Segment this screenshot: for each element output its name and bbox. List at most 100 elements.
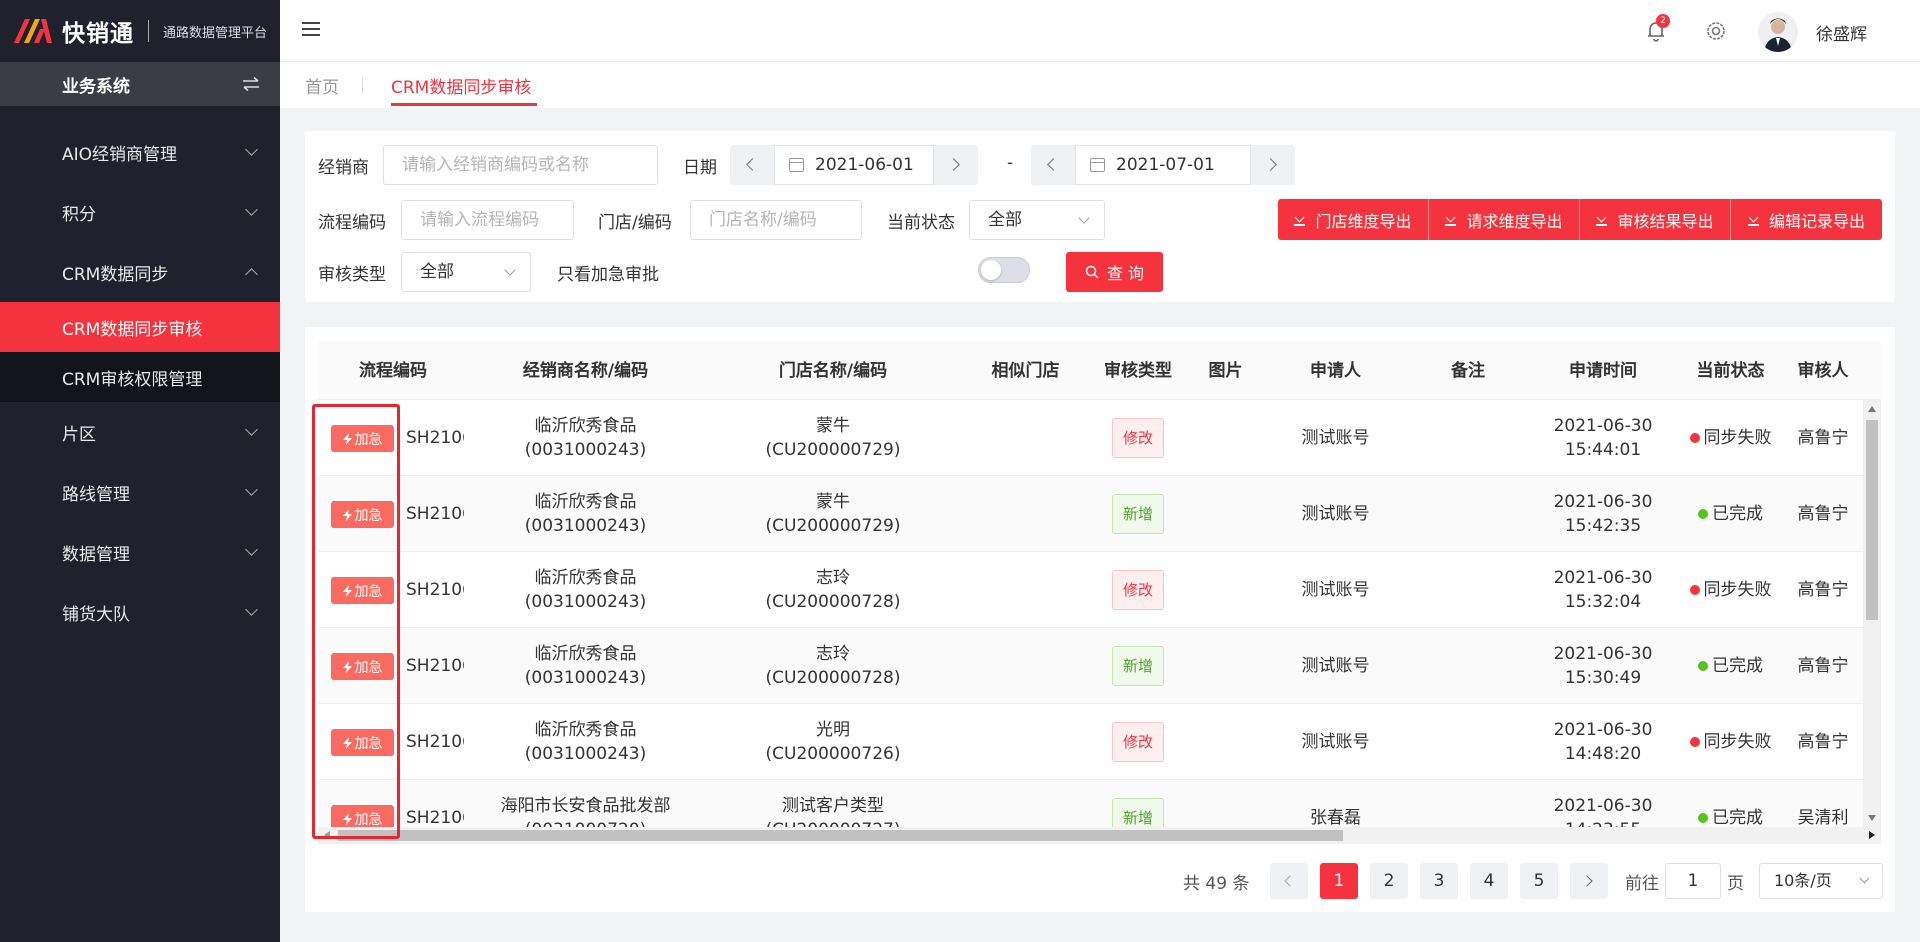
sidebar-subitem-crm-permission[interactable]: CRM审核权限管理 (0, 352, 280, 402)
query-button[interactable]: 查 询 (1066, 252, 1163, 292)
dealer-name: 临沂欣秀食品 (534, 644, 637, 664)
status-text: 已完成 (1712, 504, 1763, 524)
system-switcher[interactable]: 业务系统 (0, 62, 280, 106)
top-header: 2 徐盛辉 (280, 0, 1920, 62)
scroll-right-icon[interactable] (1869, 831, 1875, 839)
sidebar-item-data[interactable]: 数据管理 (0, 522, 280, 582)
status-indicator: 已完成 (1698, 502, 1763, 526)
flow-code-cell: SH2106 (406, 732, 464, 752)
page-button[interactable]: 3 (1420, 863, 1458, 899)
sidebar-item-aio-dealer[interactable]: AIO经销商管理 (0, 122, 280, 182)
scroll-up-icon[interactable] (1868, 406, 1876, 412)
dealer-code: (0031000243) (524, 440, 647, 460)
scrollbar-thumb[interactable] (338, 830, 1343, 841)
image-cell (1188, 552, 1263, 628)
audit-type-label: 审核类型 (318, 265, 386, 285)
store-input[interactable]: 门店名称/编码 (690, 200, 862, 240)
store-name: 蒙牛 (816, 416, 850, 436)
urgent-only-toggle[interactable] (978, 257, 1030, 283)
apply-date: 2021-06-30 (1553, 416, 1653, 436)
scroll-down-icon[interactable] (1868, 815, 1876, 821)
brand-logo[interactable]: 快销通 通路数据管理平台 (0, 0, 280, 62)
column-header: 流程编码 (359, 361, 427, 381)
store-code: (CU200000728) (765, 668, 901, 688)
menu-toggle-icon[interactable] (302, 22, 320, 38)
export-request-button[interactable]: 请求维度导出 (1429, 199, 1580, 240)
apply-date: 2021-06-30 (1553, 796, 1653, 816)
next-date-arrow-icon[interactable] (1251, 145, 1295, 185)
page-tabs: 首页 CRM数据同步审核 (280, 62, 1920, 108)
end-date-field[interactable]: 2021-07-01 (1075, 145, 1251, 185)
query-label: 查 询 (1106, 264, 1145, 283)
page-button[interactable]: 1 (1320, 863, 1358, 899)
flow-code-cell: SH2106 (406, 808, 464, 827)
similar-store-cell (963, 400, 1088, 476)
sidebar-item-region[interactable]: 片区 (0, 402, 280, 462)
prev-date-arrow-icon[interactable] (730, 145, 774, 185)
goto-page-input[interactable]: 1 (1665, 863, 1721, 899)
next-date-arrow-icon[interactable] (934, 145, 978, 185)
store-name: 志玲 (816, 568, 850, 588)
gear-icon[interactable] (1703, 18, 1729, 44)
sidebar-item-label: 片区 (62, 424, 96, 445)
vertical-scrollbar[interactable] (1863, 400, 1881, 827)
sidebar-item-crm-sync[interactable]: CRM数据同步 (0, 242, 280, 302)
switch-icon[interactable] (242, 77, 260, 91)
notification-badge: 2 (1656, 14, 1670, 28)
column-header: 备注 (1451, 361, 1485, 381)
sidebar-item-distribution[interactable]: 铺货大队 (0, 582, 280, 642)
end-date-picker: 2021-07-01 (1031, 145, 1295, 185)
export-label: 审核结果导出 (1617, 211, 1714, 231)
brand-subtitle: 通路数据管理平台 (163, 25, 268, 41)
table-row[interactable]: 加急SH2106临沂欣秀食品(0031000243)光明(CU200000726… (318, 704, 1863, 780)
apply-time: 14:48:20 (1564, 744, 1642, 764)
export-result-button[interactable]: 审核结果导出 (1580, 199, 1731, 240)
audit-type-value: 全部 (420, 262, 454, 282)
start-date-field[interactable]: 2021-06-01 (774, 145, 934, 185)
status-indicator: 已完成 (1698, 806, 1763, 827)
page-button[interactable]: 4 (1470, 863, 1508, 899)
page-button[interactable]: 5 (1520, 863, 1558, 899)
tab-crm-audit[interactable]: CRM数据同步审核 (391, 73, 531, 98)
horizontal-scrollbar[interactable] (318, 827, 1881, 844)
table-row[interactable]: 加急SH2106临沂欣秀食品(0031000243)蒙牛(CU200000729… (318, 476, 1863, 552)
next-page-button[interactable] (1570, 863, 1608, 899)
export-label: 门店维度导出 (1315, 211, 1412, 231)
flow-code-input[interactable]: 请输入流程编码 (401, 200, 574, 240)
sidebar-subitem-crm-audit[interactable]: CRM数据同步审核 (0, 302, 280, 352)
page-button[interactable]: 2 (1370, 863, 1408, 899)
dealer-code: (0031000243) (524, 744, 647, 764)
sidebar-item-points[interactable]: 积分 (0, 182, 280, 242)
sidebar: 快销通 通路数据管理平台 业务系统 AIO经销商管理 积分 CRM数据同步 CR… (0, 0, 280, 942)
status-text: 已完成 (1712, 808, 1763, 827)
dealer-name: 临沂欣秀食品 (534, 720, 637, 740)
image-cell (1188, 628, 1263, 704)
apply-time-cell: 2021-06-30 15:44:01 (1528, 400, 1678, 476)
store-cell: 志玲 (CU200000728) (703, 628, 963, 704)
sidebar-item-route[interactable]: 路线管理 (0, 462, 280, 522)
export-label: 请求维度导出 (1466, 211, 1563, 231)
table-row[interactable]: 加急SH2106临沂欣秀食品(0031000243)志玲(CU200000728… (318, 628, 1863, 704)
table-row[interactable]: 加急SH2106临沂欣秀食品(0031000243)蒙牛(CU200000729… (318, 400, 1863, 476)
status-dot (1698, 661, 1708, 671)
export-edit-log-button[interactable]: 编辑记录导出 (1731, 199, 1882, 240)
urgent-column-highlight (312, 404, 400, 839)
username[interactable]: 徐盛辉 (1816, 20, 1867, 45)
avatar[interactable] (1758, 12, 1798, 52)
scrollbar-thumb[interactable] (1866, 420, 1878, 620)
page-size-select[interactable]: 10条/页 (1759, 863, 1883, 899)
status-select[interactable]: 全部 (969, 200, 1105, 240)
table-row[interactable]: 加急SH2106临沂欣秀食品(0031000243)志玲(CU200000728… (318, 552, 1863, 628)
audit-type-select[interactable]: 全部 (401, 252, 531, 292)
system-label: 业务系统 (62, 76, 130, 97)
prev-page-button[interactable] (1270, 863, 1308, 899)
dealer-input[interactable]: 请输入经销商编码或名称 (383, 145, 658, 185)
start-date-value: 2021-06-01 (815, 155, 914, 175)
prev-date-arrow-icon[interactable] (1031, 145, 1075, 185)
status-dot (1689, 585, 1700, 595)
status-dot (1698, 509, 1708, 519)
table-row[interactable]: 加急SH2106海阳市长安食品批发部(0031000720)测试客户类型(CU2… (318, 780, 1863, 827)
toggle-knob (981, 260, 1001, 280)
tab-home[interactable]: 首页 (305, 73, 339, 98)
export-store-button[interactable]: 门店维度导出 (1278, 199, 1429, 240)
